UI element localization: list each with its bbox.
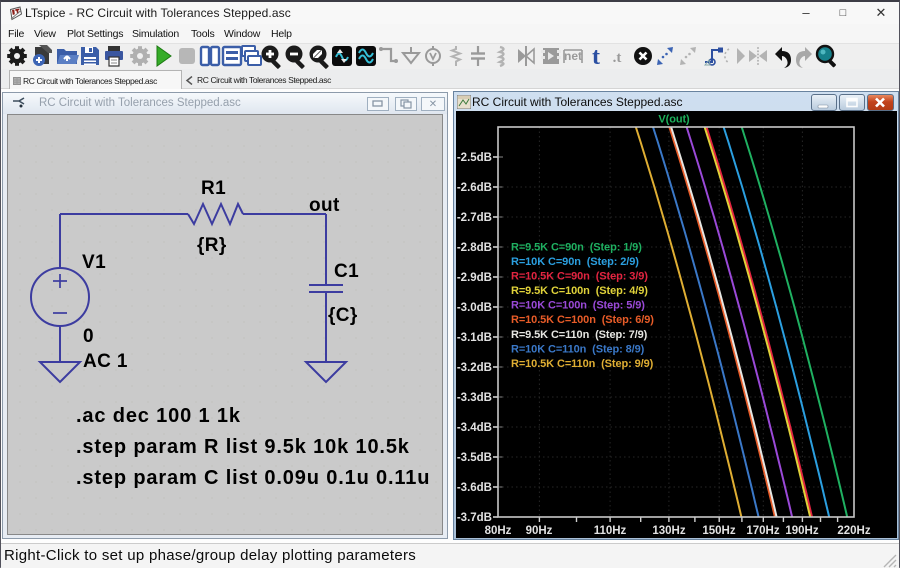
svg-text:out: out	[309, 195, 340, 216]
svg-text:.step param C list 0.09u 0.1u: .step param C list 0.09u 0.1u 0.11u	[76, 467, 430, 489]
svg-text:90Hz: 90Hz	[526, 525, 553, 537]
svg-text:-2.7dB: -2.7dB	[457, 212, 492, 224]
svg-text:R=10.5K C=100n (Step: 6/9): R=10.5K C=100n (Step: 6/9)	[511, 314, 654, 326]
svg-text:.ac dec 100 1 1k: .ac dec 100 1 1k	[76, 405, 241, 427]
svg-text:-2.5dB: -2.5dB	[457, 152, 492, 164]
svg-text:170Hz: 170Hz	[746, 525, 779, 537]
svg-text:.step param R list 9.5k 10k 10: .step param R list 9.5k 10k 10.5k	[76, 436, 410, 458]
svg-text:-3.3dB: -3.3dB	[457, 392, 492, 404]
svg-text:-3.1dB: -3.1dB	[457, 332, 492, 344]
svg-text:t: t	[592, 44, 600, 70]
svg-text:R=10K C=110n (Step: 8/9): R=10K C=110n (Step: 8/9)	[511, 343, 645, 355]
svg-text:R=10.5K C=110n (Step: 9/9): R=10.5K C=110n (Step: 9/9)	[511, 358, 654, 370]
svg-text:{R}: {R}	[197, 235, 227, 256]
svg-text:-3.0dB: -3.0dB	[457, 302, 492, 314]
svg-text:220Hz: 220Hz	[837, 525, 870, 537]
svg-text:R=9.5K C=110n (Step: 7/9): R=9.5K C=110n (Step: 7/9)	[511, 329, 648, 341]
svg-text:R=10.5K C=90n (Step: 3/9): R=10.5K C=90n (Step: 3/9)	[511, 271, 648, 283]
svg-text:R=9.5K C=90n (Step: 1/9): R=9.5K C=90n (Step: 1/9)	[511, 242, 642, 254]
svg-text:-2.8dB: -2.8dB	[457, 242, 492, 254]
svg-text:AC 1: AC 1	[83, 351, 128, 372]
svg-text:-3.5dB: -3.5dB	[457, 452, 492, 464]
svg-text:0: 0	[83, 326, 94, 347]
svg-text:150Hz: 150Hz	[702, 525, 735, 537]
svg-text:V(out): V(out)	[658, 114, 690, 126]
svg-text:-2.6dB: -2.6dB	[457, 182, 492, 194]
svg-text:-3.4dB: -3.4dB	[457, 422, 492, 434]
svg-text:R1: R1	[201, 178, 226, 199]
svg-text:80Hz: 80Hz	[485, 525, 512, 537]
svg-text:190Hz: 190Hz	[785, 525, 818, 537]
svg-text:R=10K C=100n (Step: 5/9): R=10K C=100n (Step: 5/9)	[511, 300, 645, 312]
svg-text:.t: .t	[613, 50, 622, 66]
svg-text:C1: C1	[334, 261, 359, 282]
svg-text:-3.6dB: -3.6dB	[457, 482, 492, 494]
svg-text:-3.2dB: -3.2dB	[457, 362, 492, 374]
svg-text:V1: V1	[82, 252, 106, 273]
svg-text:{C}: {C}	[328, 305, 358, 326]
svg-text:110Hz: 110Hz	[594, 525, 627, 537]
svg-text:R=10K C=90n (Step: 2/9): R=10K C=90n (Step: 2/9)	[511, 256, 639, 268]
svg-text:-2.9dB: -2.9dB	[457, 272, 492, 284]
svg-text:net: net	[564, 49, 582, 63]
svg-text:R=9.5K C=100n (Step: 4/9): R=9.5K C=100n (Step: 4/9)	[511, 285, 648, 297]
svg-text:130Hz: 130Hz	[652, 525, 685, 537]
svg-text:-3.7dB: -3.7dB	[457, 512, 492, 524]
